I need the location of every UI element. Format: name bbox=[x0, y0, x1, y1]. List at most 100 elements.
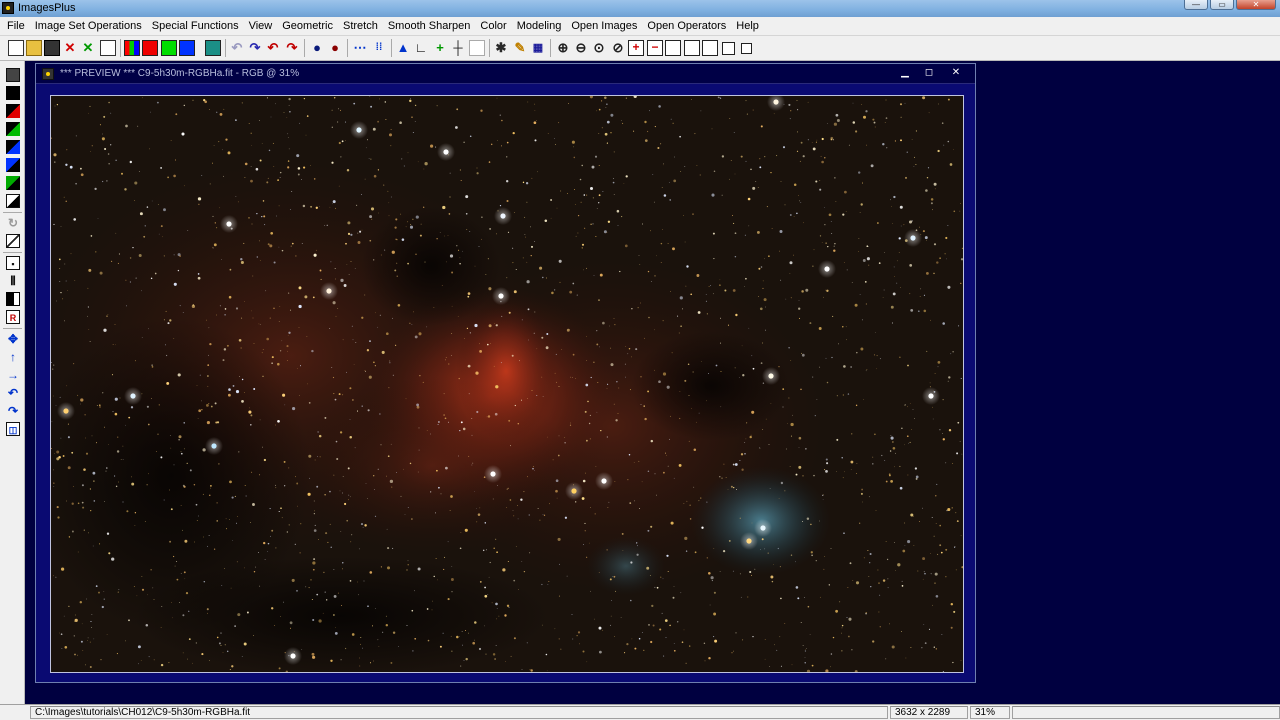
star bbox=[460, 421, 463, 424]
star bbox=[472, 641, 476, 645]
star bbox=[713, 636, 715, 638]
table-icon[interactable]: ▦ bbox=[530, 40, 546, 56]
rotate-icon[interactable]: ↻ bbox=[6, 216, 20, 230]
target-square-icon[interactable]: ▪ bbox=[6, 256, 20, 270]
star bbox=[59, 281, 61, 282]
bars-icon[interactable]: ⦀ bbox=[6, 274, 20, 288]
frame-1-icon[interactable] bbox=[665, 40, 681, 56]
circle-blue-icon[interactable]: ● bbox=[309, 40, 325, 56]
star bbox=[332, 203, 333, 205]
star bbox=[370, 207, 375, 211]
dotted-line-icon[interactable]: ⋯ bbox=[352, 40, 368, 56]
frame-2-icon[interactable] bbox=[684, 40, 700, 56]
add-red-icon[interactable]: + bbox=[628, 40, 644, 56]
star bbox=[698, 500, 700, 502]
menu-open-images[interactable]: Open Images bbox=[566, 17, 642, 35]
grid-icon[interactable] bbox=[469, 40, 485, 56]
zoom-100-icon[interactable]: ⊘ bbox=[610, 40, 626, 56]
frame-3-icon[interactable] bbox=[702, 40, 718, 56]
preview-title-bar[interactable]: *** PREVIEW *** C9-5h30m-RGBHa.fit - RGB… bbox=[36, 64, 975, 84]
zoom-in-icon[interactable]: ⊕ bbox=[555, 40, 571, 56]
menu-special-functions[interactable]: Special Functions bbox=[147, 17, 244, 35]
preview-maximize-button[interactable]: ◻ bbox=[919, 66, 939, 80]
close-green-x-icon[interactable]: ✕ bbox=[80, 40, 96, 56]
dotted-arrow-icon[interactable]: ⁞⁞ bbox=[371, 40, 387, 56]
arrow-right-icon[interactable]: → bbox=[6, 368, 20, 382]
diagonal-icon[interactable] bbox=[6, 234, 20, 248]
minimize-window-button[interactable]: — bbox=[1184, 0, 1208, 10]
star bbox=[89, 665, 92, 669]
new-icon[interactable] bbox=[8, 40, 24, 56]
crosshair-icon[interactable]: ┼ bbox=[450, 40, 466, 56]
undo-red-icon[interactable]: ↶ bbox=[265, 40, 281, 56]
menu-modeling[interactable]: Modeling bbox=[512, 17, 567, 35]
preview-close-button[interactable]: ✕ bbox=[943, 66, 969, 80]
astro-image[interactable] bbox=[51, 96, 963, 672]
red-square-icon[interactable] bbox=[6, 104, 20, 118]
star-icon[interactable]: ✱ bbox=[493, 40, 509, 56]
histogram-icon[interactable]: ▲ bbox=[395, 40, 411, 56]
close-red-x-icon[interactable]: ✕ bbox=[62, 40, 78, 56]
circle-red-icon[interactable]: ● bbox=[327, 40, 343, 56]
move-icon[interactable]: ✥ bbox=[6, 332, 20, 346]
redo-icon[interactable]: ↷ bbox=[247, 40, 263, 56]
menu-smooth-sharpen[interactable]: Smooth Sharpen bbox=[383, 17, 476, 35]
star bbox=[721, 477, 723, 479]
rgb-channels-icon[interactable] bbox=[124, 40, 140, 56]
star bbox=[115, 485, 118, 488]
star bbox=[485, 274, 487, 275]
save-icon[interactable] bbox=[6, 68, 20, 82]
star bbox=[823, 296, 824, 298]
red-r-icon[interactable]: R bbox=[6, 310, 20, 324]
rotate-left-icon[interactable]: ↶ bbox=[6, 386, 20, 400]
menu-file[interactable]: File bbox=[2, 17, 30, 35]
minus-red-icon[interactable]: − bbox=[647, 40, 663, 56]
zoom-fit-icon[interactable]: ⊙ bbox=[591, 40, 607, 56]
zoom-out-icon[interactable]: ⊖ bbox=[573, 40, 589, 56]
redo-red-icon[interactable]: ↷ bbox=[284, 40, 300, 56]
star bbox=[158, 404, 160, 406]
teal-image-icon[interactable] bbox=[205, 40, 221, 56]
image-view[interactable] bbox=[50, 95, 964, 673]
star bbox=[334, 632, 338, 635]
black-blue-square-icon[interactable] bbox=[6, 158, 20, 172]
black-green-square-icon[interactable] bbox=[6, 176, 20, 190]
levels-icon[interactable]: ∟ bbox=[413, 40, 429, 56]
rotate-right-icon[interactable]: ↷ bbox=[6, 404, 20, 418]
menu-help[interactable]: Help bbox=[731, 17, 764, 35]
preview-minimize-button[interactable]: ▁ bbox=[895, 66, 915, 80]
arrow-up-icon[interactable]: ↑ bbox=[6, 350, 20, 364]
star bbox=[667, 465, 669, 467]
star bbox=[438, 421, 440, 423]
black-white-square-icon[interactable] bbox=[6, 194, 20, 208]
menu-view[interactable]: View bbox=[244, 17, 278, 35]
red-channel-icon[interactable] bbox=[142, 40, 158, 56]
maximize-window-button[interactable]: ▭ bbox=[1210, 0, 1234, 10]
undo-icon[interactable]: ↶ bbox=[229, 40, 245, 56]
green-square-icon[interactable] bbox=[6, 122, 20, 136]
menu-stretch[interactable]: Stretch bbox=[338, 17, 383, 35]
star bbox=[550, 199, 553, 201]
crop-icon[interactable]: ◫ bbox=[6, 422, 20, 436]
blue-square-icon[interactable] bbox=[6, 140, 20, 154]
save-icon[interactable] bbox=[44, 40, 60, 56]
plus-icon[interactable]: + bbox=[432, 40, 448, 56]
black-square-icon[interactable] bbox=[6, 86, 20, 100]
close-window-button[interactable]: ✕ bbox=[1236, 0, 1276, 10]
pencil-icon[interactable]: ✎ bbox=[512, 40, 528, 56]
star bbox=[196, 385, 198, 386]
frame-4-icon[interactable] bbox=[722, 42, 735, 55]
star bbox=[64, 645, 68, 649]
menu-open-operators[interactable]: Open Operators bbox=[642, 17, 731, 35]
black-bar-icon[interactable] bbox=[6, 292, 20, 306]
green-channel-icon[interactable] bbox=[161, 40, 177, 56]
open-icon[interactable] bbox=[26, 40, 42, 56]
copy-icon[interactable] bbox=[100, 40, 116, 56]
star bbox=[221, 149, 223, 151]
menu-image-set-operations[interactable]: Image Set Operations bbox=[30, 17, 147, 35]
menu-geometric[interactable]: Geometric bbox=[277, 17, 338, 35]
blue-channel-icon[interactable] bbox=[179, 40, 195, 56]
star bbox=[598, 626, 602, 630]
menu-color[interactable]: Color bbox=[475, 17, 511, 35]
frame-5-icon[interactable] bbox=[741, 43, 752, 54]
